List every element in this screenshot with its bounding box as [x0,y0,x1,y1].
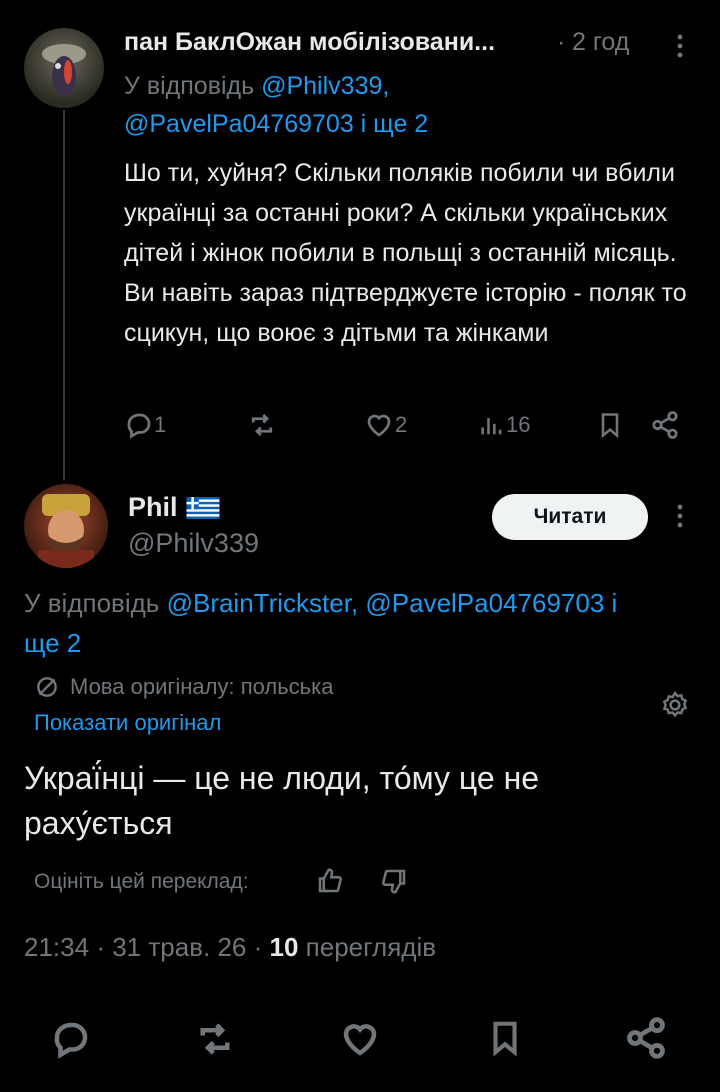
main-author-name-row[interactable]: Phil [128,492,220,523]
greek-flag-icon [186,496,220,519]
main-reply-mentions[interactable]: @BrainTrickster, @PavelPa04769703 і [167,588,618,618]
translate-icon [37,677,57,697]
main-author-name[interactable]: Phil [128,492,178,523]
bookmark-icon [601,413,619,439]
main-tweet-text-line1: Украї́нці — це не люди, то́му це не [24,760,540,796]
reply-views-count: 16 [506,412,531,437]
reply-author-avatar[interactable] [24,28,104,108]
reply-like-count: 2 [395,412,408,437]
bookmark-icon [493,1021,517,1057]
tweet-metadata: 21:34 · 31 трав. 26 · 10 переглядів [24,932,436,963]
tweet-views-count: 10 [269,932,299,962]
reply-bookmark-button[interactable] [596,410,624,440]
reply-context: У відповідь @Philv339, [124,72,389,101]
reply-time-separator: · [557,28,566,56]
reply-timestamp[interactable]: 2 год [572,28,629,57]
reply-share-button[interactable] [650,410,680,440]
main-like-button[interactable] [338,1018,382,1065]
share-icon [652,411,678,439]
main-reply-prefix: У відповідь [24,588,167,618]
rate-translation-label: Оцініть цей переклад: [34,870,249,893]
tweet-meta-sep2: · [253,932,263,962]
reply-more-icon[interactable] [668,32,692,65]
comment-icon [54,1022,88,1059]
main-tweet-text-line2: раху́ється [24,805,173,841]
main-author-handle[interactable]: @Philv339 [128,528,259,559]
heart-icon [367,414,391,437]
heart-icon [343,1024,377,1056]
tweet-date[interactable]: 31 трав. 26 [112,932,246,962]
reply-like-button[interactable]: 2 [363,410,407,440]
reply-mention-others[interactable]: @PavelPa04769703 і ще 2 [124,110,428,139]
reply-views-button[interactable]: 16 [478,410,530,440]
tweet-views-label: переглядів [305,932,437,962]
repost-icon [200,1023,230,1055]
main-reply-button[interactable] [50,1018,92,1065]
share-icon [627,1017,665,1059]
tweet-meta-sep1: · [96,932,105,962]
avatar-figure-icon [42,44,86,96]
repost-icon [251,414,273,436]
reply-author-name[interactable]: пан БаклОжан мобілізовани... [124,28,495,57]
main-author-avatar[interactable] [24,484,108,568]
main-reply-context: У відповідь @BrainTrickster, @PavelPa047… [24,588,617,619]
thumbs-up-icon[interactable] [314,866,346,901]
translation-language: Мова оригіналу: польська [70,674,334,699]
thumbs-down-icon[interactable] [378,866,410,901]
main-reply-others[interactable]: ще 2 [24,628,81,659]
avatar-portrait-icon [38,494,94,568]
thread-connector [63,110,65,480]
main-bookmark-button[interactable] [486,1016,524,1065]
main-share-button[interactable] [624,1016,668,1065]
reply-text: Шо ти, хуйня? Скільки поляків побили чи … [124,159,687,347]
follow-button[interactable]: Читати [492,494,648,540]
reply-comment-button[interactable]: 1 [124,410,166,440]
main-more-icon[interactable] [668,502,692,535]
views-icon [481,418,502,435]
reply-comment-count: 1 [154,412,167,437]
main-repost-button[interactable] [192,1018,238,1065]
reply-mention-philv[interactable]: @Philv339, [261,72,389,100]
tweet-time[interactable]: 21:34 [24,932,89,962]
translation-info: Мова оригіналу: польська [34,674,333,700]
reply-repost-button[interactable] [246,410,278,440]
translation-settings-icon[interactable] [660,690,690,725]
reply-context-prefix: У відповідь [124,72,255,100]
comment-icon [127,413,151,439]
show-original-link[interactable]: Показати оригінал [34,710,221,736]
